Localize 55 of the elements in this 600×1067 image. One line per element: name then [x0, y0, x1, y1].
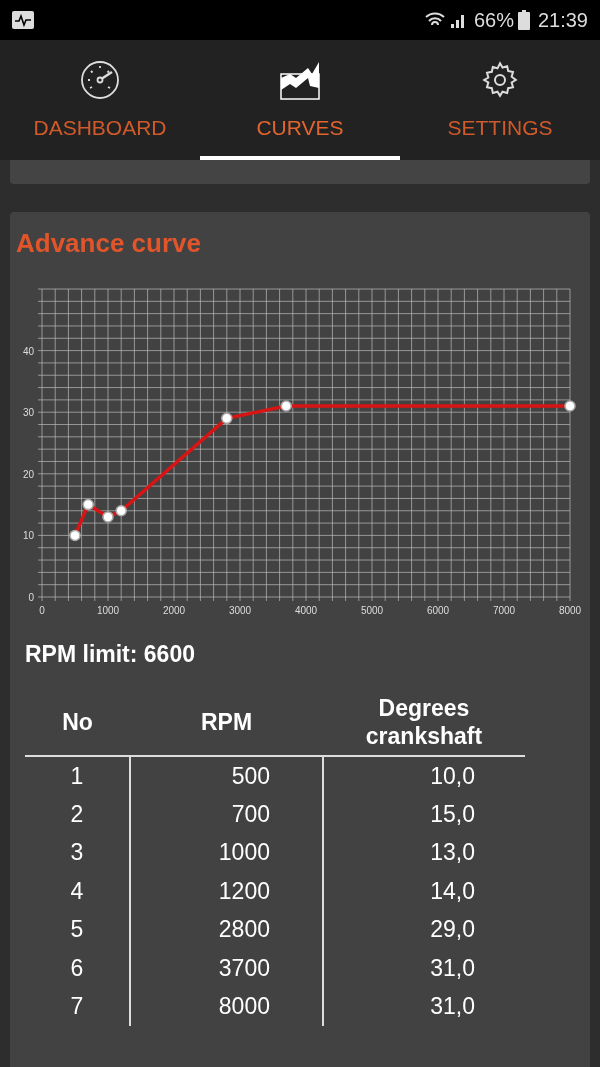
- y-tick-label: 40: [22, 345, 34, 357]
- y-tick-label: 30: [22, 407, 34, 419]
- table-cell: 31,0: [323, 987, 525, 1026]
- table-cell: 29,0: [323, 910, 525, 949]
- x-tick-label: 5000: [360, 605, 384, 616]
- card-title: Advance curve: [15, 227, 202, 260]
- table-cell: 15,0: [323, 794, 525, 833]
- x-tick-label: 0: [39, 605, 45, 616]
- x-tick-label: 4000: [294, 605, 318, 616]
- battery-percent: 66%: [473, 8, 514, 33]
- table-cell: 1200: [130, 871, 323, 910]
- table-cell: 3: [25, 833, 130, 872]
- x-tick-label: 8000: [558, 605, 582, 616]
- table-cell: 500: [130, 756, 323, 795]
- table-cell: 1000: [130, 833, 323, 872]
- table-cell: 3700: [130, 948, 323, 987]
- tab[interactable]: SETTINGS: [400, 40, 600, 160]
- table-cell: 5: [25, 910, 130, 949]
- x-tick-label: 2000: [162, 605, 186, 616]
- data-point[interactable]: [280, 400, 292, 412]
- table-cell: 1: [25, 756, 130, 795]
- rpm-limit: RPM limit: 6600: [24, 640, 196, 669]
- data-point[interactable]: [221, 412, 233, 425]
- data-point[interactable]: [564, 400, 576, 412]
- x-tick-label: 7000: [492, 605, 516, 616]
- table-cell: 700: [130, 794, 323, 833]
- x-tick-label: 1000: [96, 605, 120, 616]
- table-cell: 6: [25, 948, 130, 987]
- area-chart-icon: [280, 60, 320, 101]
- tab[interactable]: DASHBOARD: [0, 40, 200, 160]
- battery-icon: [517, 10, 530, 30]
- table-cell: 2800: [130, 910, 323, 949]
- table-cell: 4: [25, 871, 130, 910]
- table-cell: 7: [25, 987, 130, 1026]
- table-cell: 10,0: [323, 756, 525, 795]
- column-header: No: [25, 693, 130, 756]
- table-cell: 31,0: [323, 948, 525, 987]
- table-cell: 13,0: [323, 833, 525, 872]
- data-point[interactable]: [115, 505, 127, 517]
- x-tick-label: 6000: [426, 605, 450, 616]
- y-tick-label: 20: [22, 468, 34, 480]
- data-point[interactable]: [69, 529, 81, 542]
- x-tick-label: 3000: [228, 605, 252, 616]
- column-header: RPM: [130, 693, 323, 756]
- data-point[interactable]: [82, 498, 94, 511]
- gauge-icon: [80, 60, 120, 101]
- clock-time: 21:39: [537, 8, 588, 33]
- activity-icon: [12, 11, 34, 29]
- table-cell: 2: [25, 794, 130, 833]
- table-cell: 8000: [130, 987, 323, 1026]
- column-header: Degrees crankshaft: [323, 693, 525, 756]
- y-tick-label: 10: [22, 530, 34, 542]
- data-point[interactable]: [102, 511, 114, 523]
- y-tick-label: 0: [28, 592, 34, 603]
- table-cell: 14,0: [323, 871, 525, 910]
